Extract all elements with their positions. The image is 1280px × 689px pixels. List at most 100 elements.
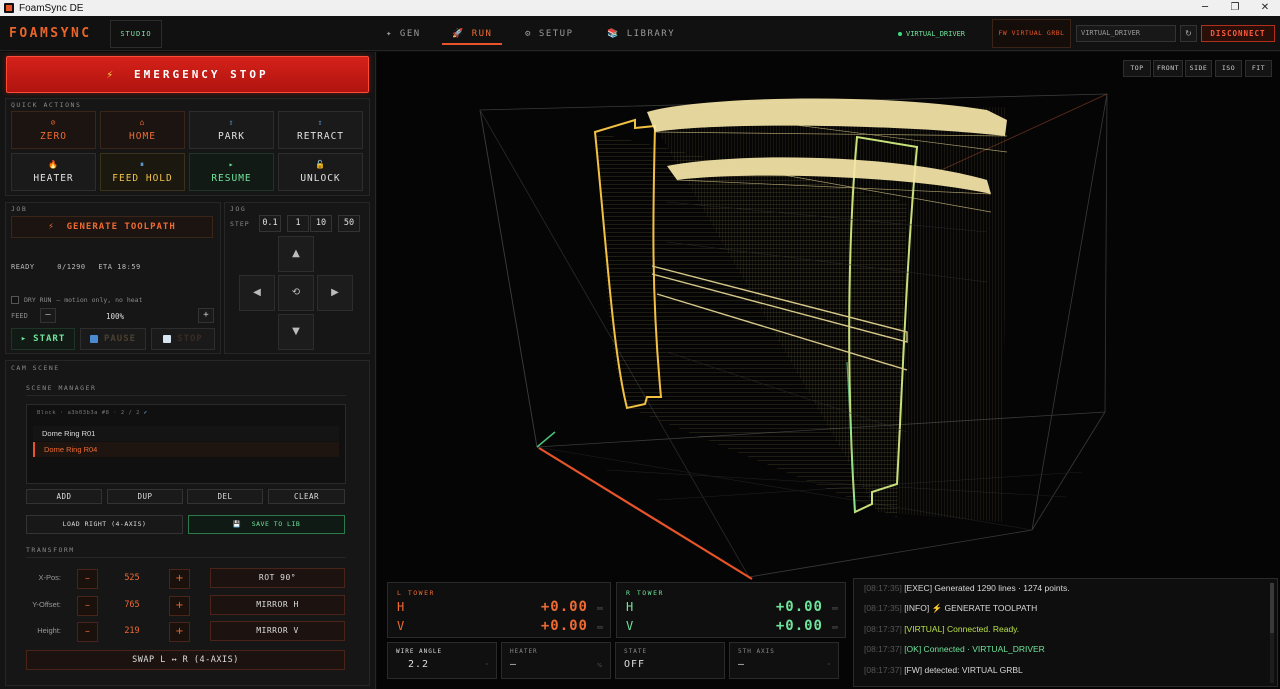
- add-scene-button[interactable]: ADD: [26, 489, 102, 504]
- jog-left-button[interactable]: ◀: [239, 275, 275, 311]
- fifth-axis-label: 5TH AXIS: [738, 648, 775, 655]
- retract-button[interactable]: ⇧ RETRACT: [278, 111, 363, 149]
- flame-icon: 🔥: [48, 159, 59, 169]
- tab-run[interactable]: 🚀 RUN: [441, 25, 504, 45]
- dry-run-toggle[interactable]: DRY RUN — motion only, no heat: [11, 296, 143, 304]
- jog-right-button[interactable]: ▶: [317, 275, 353, 311]
- divider: [26, 395, 346, 396]
- view-fit-button[interactable]: FIT: [1245, 60, 1272, 77]
- log-scrollbar[interactable]: [1270, 583, 1274, 683]
- clear-scene-button[interactable]: CLEAR: [268, 489, 345, 504]
- jog-up-button[interactable]: ▲: [278, 236, 314, 272]
- view-side-button[interactable]: SIDE: [1185, 60, 1212, 77]
- log-text: [INFO] ⚡ GENERATE TOOLPATH: [904, 603, 1038, 613]
- home-icon: ⌂: [139, 117, 146, 127]
- brand-logo: FOAMSYNC: [9, 26, 92, 41]
- load-right-button[interactable]: LOAD RIGHT (4-AXIS): [26, 515, 183, 534]
- minimize-button[interactable]: ─: [1190, 0, 1220, 16]
- view-front-button[interactable]: FRONT: [1153, 60, 1183, 77]
- start-button[interactable]: ▸ START: [11, 328, 75, 350]
- firmware-badge: FW VIRTUAL GRBL: [992, 19, 1071, 48]
- resume-button[interactable]: ▸ RESUME: [189, 153, 274, 191]
- rocket-icon: 🚀: [452, 29, 465, 39]
- home-button[interactable]: ⌂ HOME: [100, 111, 185, 149]
- wire-angle-unit: °: [485, 663, 489, 669]
- x-pos-minus-button[interactable]: –: [77, 569, 98, 589]
- step-50-button[interactable]: 50: [338, 215, 360, 232]
- gear-icon: ⚙: [525, 29, 532, 39]
- log-time: [08:17:35]: [864, 603, 902, 613]
- jog-down-button[interactable]: ▼: [278, 314, 314, 350]
- dry-run-label: DRY RUN: [24, 296, 52, 304]
- swap-towers-button[interactable]: SWAP L ↔ R (4-AXIS): [26, 650, 345, 670]
- step-10-button[interactable]: 10: [310, 215, 332, 232]
- dry-run-hint: — motion only, no heat: [56, 296, 143, 304]
- y-offset-minus-button[interactable]: –: [77, 596, 98, 616]
- unlock-icon: 🔓: [315, 159, 326, 169]
- save-to-lib-button[interactable]: 💾 SAVE TO LIB: [188, 515, 345, 534]
- pause-button[interactable]: PAUSE: [80, 328, 146, 350]
- mirror-h-button[interactable]: MIRROR H: [210, 595, 345, 615]
- x-pos-value[interactable]: 525: [108, 573, 156, 583]
- play-icon: ▸: [20, 334, 28, 344]
- stop-button[interactable]: STOP: [151, 328, 215, 350]
- emergency-stop-button[interactable]: ⚡ EMERGENCY STOP: [6, 56, 369, 93]
- mirror-v-button[interactable]: MIRROR V: [210, 621, 345, 641]
- feed-minus-button[interactable]: –: [40, 308, 56, 323]
- y-offset-label: Y-Offset:: [32, 600, 61, 609]
- refresh-ports-button[interactable]: ↻: [1180, 25, 1197, 42]
- height-value[interactable]: 219: [108, 626, 156, 636]
- pause-icon: ⏸: [140, 159, 145, 169]
- y-offset-plus-button[interactable]: +: [169, 596, 190, 616]
- step-1-button[interactable]: 1: [287, 215, 309, 232]
- studio-badge[interactable]: STUDIO: [110, 20, 162, 48]
- rotate-90-button[interactable]: ROT 90°: [210, 568, 345, 588]
- disconnect-button[interactable]: DISCONNECT: [1201, 25, 1275, 42]
- log-line: [08:17:37] [OK] Connected · VIRTUAL_DRIV…: [864, 644, 1045, 654]
- dry-run-checkbox[interactable]: [11, 296, 19, 304]
- log-time: [08:17:37]: [864, 624, 902, 634]
- feed-plus-button[interactable]: +: [198, 308, 214, 323]
- state-stat: STATE OFF: [615, 642, 725, 679]
- maximize-button[interactable]: ❐: [1220, 0, 1250, 16]
- tab-library[interactable]: 📚 LIBRARY: [607, 25, 675, 43]
- right-v-value: +0.00: [775, 618, 823, 634]
- heater-button[interactable]: 🔥 HEATER: [11, 153, 96, 191]
- del-scene-button[interactable]: DEL: [187, 489, 263, 504]
- heater-unit: %: [597, 663, 602, 669]
- lightning-icon: ⚡: [48, 222, 55, 232]
- x-pos-plus-button[interactable]: +: [169, 569, 190, 589]
- log-time: [08:17:37]: [864, 665, 902, 675]
- fifth-axis-stat: 5TH AXIS — °: [729, 642, 839, 679]
- height-plus-button[interactable]: +: [169, 622, 190, 642]
- wire-angle-stat: WIRE ANGLE 2.2 °: [387, 642, 497, 679]
- generate-toolpath-button[interactable]: ⚡ GENERATE TOOLPATH: [11, 216, 213, 238]
- feed-value: 100%: [106, 312, 125, 321]
- heater-stat: HEATER — %: [501, 642, 611, 679]
- step-0-1-button[interactable]: 0.1: [259, 215, 281, 232]
- zero-button[interactable]: ⊘ ZERO: [11, 111, 96, 149]
- status-dot-icon: [898, 32, 902, 36]
- view-top-button[interactable]: TOP: [1123, 60, 1151, 77]
- scene-item-selected[interactable]: Dome Ring R04: [33, 442, 339, 457]
- y-offset-value[interactable]: 765: [108, 600, 156, 610]
- close-button[interactable]: ✕: [1250, 0, 1280, 16]
- tab-gen[interactable]: ✦ GEN: [386, 25, 421, 43]
- height-minus-button[interactable]: –: [77, 622, 98, 642]
- dup-scene-button[interactable]: DUP: [107, 489, 183, 504]
- port-select[interactable]: VIRTUAL_DRIVER: [1076, 25, 1176, 42]
- unlock-button[interactable]: 🔓 UNLOCK: [278, 153, 363, 191]
- view-iso-button[interactable]: ISO: [1215, 60, 1242, 77]
- scene-item[interactable]: Dome Ring R01: [33, 426, 339, 441]
- y-axis-line: [536, 431, 556, 448]
- feed-hold-button[interactable]: ⏸ FEED HOLD: [100, 153, 185, 191]
- tab-setup[interactable]: ⚙ SETUP: [525, 25, 574, 43]
- scene-manager-title: SCENE MANAGER: [26, 384, 97, 392]
- jog-center-button[interactable]: ⟲: [278, 275, 314, 311]
- park-button[interactable]: ⇧ PARK: [189, 111, 274, 149]
- tab-setup-label: SETUP: [538, 29, 574, 39]
- scene-block-id: Block · a3b03b3a #8 · 2 / 2: [37, 410, 140, 416]
- stop-icon: [163, 335, 172, 343]
- log-time: [08:17:37]: [864, 644, 902, 654]
- console-log[interactable]: [08:17:35] [EXEC] Generated 1290 lines ·…: [853, 578, 1278, 687]
